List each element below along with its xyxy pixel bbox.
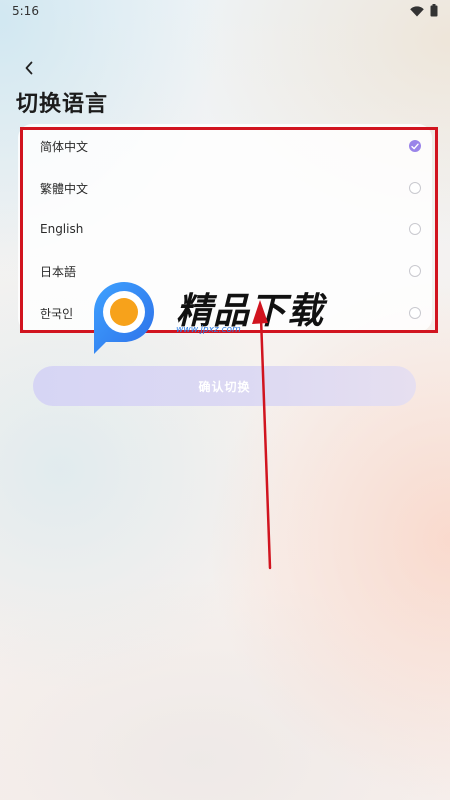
language-label: 日本語 xyxy=(40,264,77,279)
radio-unchecked-icon[interactable] xyxy=(409,265,421,277)
back-button[interactable] xyxy=(18,58,40,80)
radio-unchecked-icon[interactable] xyxy=(409,307,421,319)
radio-unchecked-icon[interactable] xyxy=(409,223,421,235)
radio-unchecked-icon[interactable] xyxy=(409,182,421,194)
language-label: 繁體中文 xyxy=(40,181,89,196)
watermark-logo-icon xyxy=(86,272,160,354)
language-option-simplified-chinese[interactable]: 简体中文 xyxy=(40,131,434,161)
chevron-left-icon xyxy=(24,60,34,79)
language-option-english[interactable]: English xyxy=(40,214,434,244)
status-time: 5:16 xyxy=(12,4,39,18)
language-label: 简体中文 xyxy=(40,139,89,154)
language-label: 한국인 xyxy=(40,306,74,321)
confirm-switch-label: 确认切换 xyxy=(198,379,251,394)
status-bar: 5:16 xyxy=(0,0,450,22)
confirm-switch-button[interactable]: 确认切换 xyxy=(33,366,416,406)
language-option-traditional-chinese[interactable]: 繁體中文 xyxy=(40,173,434,203)
watermark-url: www.jpxz.com xyxy=(176,325,241,335)
radio-checked-icon[interactable] xyxy=(409,140,421,152)
wifi-icon xyxy=(410,2,424,21)
battery-icon xyxy=(430,2,438,21)
language-label: English xyxy=(40,222,84,236)
status-icons xyxy=(410,2,438,21)
page-title: 切换语言 xyxy=(16,92,109,117)
